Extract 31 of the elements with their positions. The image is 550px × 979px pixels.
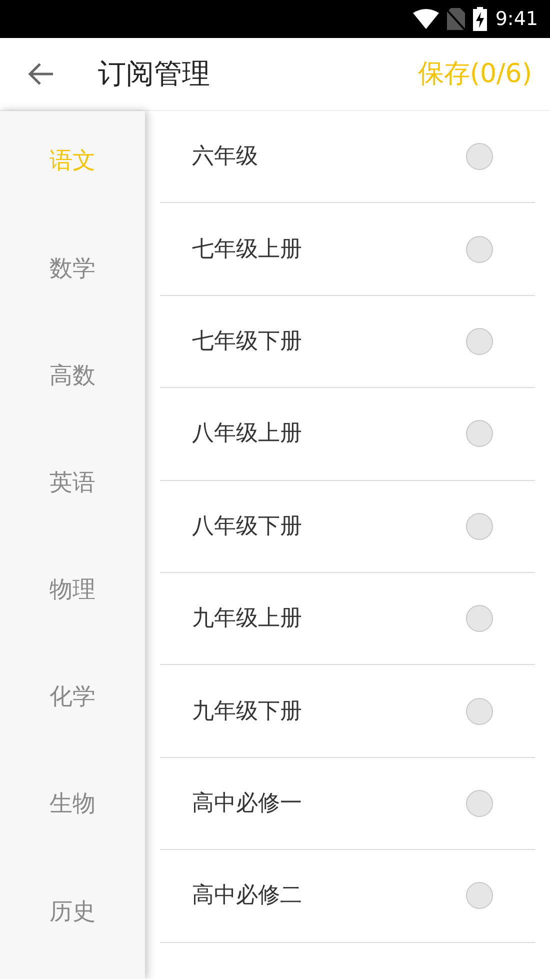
radio-button[interactable]	[466, 328, 493, 355]
subject-tab[interactable]: 生物	[0, 754, 145, 862]
book-label: 六年级	[192, 143, 258, 172]
status-time: 9:41	[495, 6, 538, 32]
book-label: 高中必修一	[192, 790, 302, 818]
radio-button[interactable]	[466, 605, 493, 632]
page-title: 订阅管理	[98, 56, 211, 92]
subject-tab[interactable]: 数学	[0, 218, 145, 326]
book-label: 七年级下册	[192, 328, 302, 356]
wifi-icon	[413, 9, 440, 29]
radio-button[interactable]	[466, 143, 493, 170]
radio-button[interactable]	[466, 236, 493, 263]
subject-tab[interactable]: 历史	[0, 861, 145, 968]
radio-button[interactable]	[466, 790, 493, 817]
subject-tab[interactable]: 化学	[0, 646, 145, 754]
subject-tab[interactable]: 高数	[0, 325, 145, 433]
book-label: 八年级下册	[192, 512, 302, 541]
radio-button[interactable]	[466, 882, 493, 910]
book-label: 八年级上册	[192, 420, 302, 448]
no-sim-icon	[447, 8, 466, 30]
book-label: 九年级上册	[192, 605, 302, 634]
back-button[interactable]	[28, 62, 54, 86]
battery-charging-icon	[473, 7, 488, 31]
book-label: 九年级下册	[192, 698, 302, 726]
radio-button[interactable]	[466, 512, 493, 540]
radio-button[interactable]	[466, 420, 493, 448]
book-label: 七年级上册	[192, 236, 302, 264]
subject-tab[interactable]: 英语	[0, 432, 145, 540]
book-label: 高中必修二	[192, 882, 302, 910]
subject-tab[interactable]: 物理	[0, 540, 145, 647]
radio-button[interactable]	[466, 698, 493, 725]
